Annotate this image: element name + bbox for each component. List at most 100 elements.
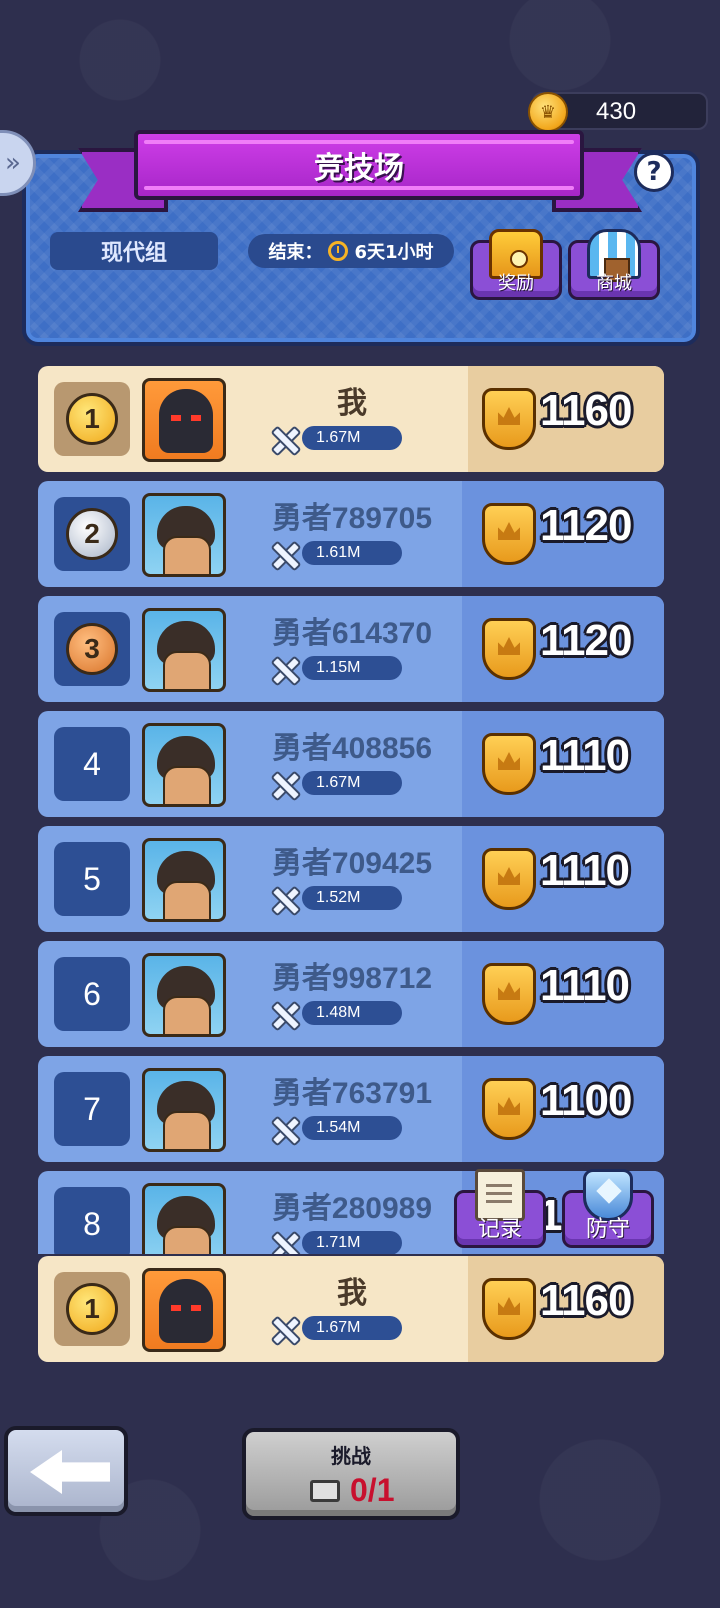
arena-score: 1120 [540,616,632,665]
crown-shield-icon [482,1278,536,1340]
player-name: 勇者614370 [271,617,433,650]
avatar[interactable] [142,493,226,577]
crossed-swords-icon [266,537,300,571]
crown-shield-icon [482,848,536,910]
avatar[interactable] [142,1068,226,1152]
avatar[interactable] [142,723,226,807]
currency-amount: 430 [596,98,637,125]
avatar[interactable] [142,1268,226,1352]
crossed-swords-icon [266,652,300,686]
back-button[interactable] [4,1426,128,1516]
avatar[interactable] [142,838,226,922]
rank-badge: 2 [54,497,130,571]
question-icon: ? [646,157,662,187]
silver-medal-icon: 2 [66,508,118,560]
crossed-swords-icon [266,422,300,456]
page-title: 竞技场 [314,151,404,186]
shop-label: 商城 [596,273,632,294]
timer-icon [328,241,349,261]
arena-score: 1100 [540,1076,632,1125]
challenge-count: 0/1 [350,1472,395,1508]
player-name: 勇者789705 [271,502,433,535]
avatar[interactable] [142,608,226,692]
record-button[interactable]: 记录 [454,1169,546,1248]
crown-coin-icon: ♛ [528,92,568,132]
player-name: 我 [337,1277,367,1310]
arena-score: 1110 [540,731,630,780]
crossed-swords-icon [266,997,300,1031]
rank-number: 5 [54,842,130,916]
crossed-swords-icon [266,1112,300,1146]
ranking-row[interactable]: 5 勇者709425 1.52M 1110 [38,826,664,932]
rank-badge: 1 [54,1272,130,1346]
crossed-swords-icon [266,1227,300,1254]
crossed-swords-icon [266,1312,300,1346]
help-button[interactable]: ? [634,152,674,192]
currency-display: ♛ 430 [528,92,708,132]
crown-shield-icon [482,963,536,1025]
rank-number: 6 [54,957,130,1031]
player-name: 勇者280989 [271,1192,433,1225]
crown-shield-icon [482,618,536,680]
power-value: 1.54M [302,1116,402,1140]
ticket-icon [310,1480,340,1502]
rank-number: 4 [54,727,130,801]
group-label: 现代组 [50,232,218,270]
power-value: 1.71M [302,1231,402,1254]
rank-number: 7 [54,1072,130,1146]
my-ranking-row[interactable]: 1 我 1.67M 1160 [38,1256,664,1362]
player-name: 勇者408856 [271,732,433,765]
arena-score: 1110 [540,961,630,1010]
crown-shield-icon [482,388,536,450]
arena-score: 1110 [540,846,630,895]
avatar[interactable] [142,1183,226,1254]
crown-shield-icon [482,1078,536,1140]
power-value: 1.67M [302,426,402,450]
power-value: 1.61M [302,541,402,565]
gold-medal-icon: 1 [66,1283,118,1335]
ranking-row-me[interactable]: 1 我 1.67M 1160 [38,366,664,472]
avatar[interactable] [142,953,226,1037]
record-label: 记录 [477,1217,522,1242]
reward-button[interactable]: 奖励 [470,229,562,300]
player-name: 勇者998712 [271,962,433,995]
end-label: 结束： [268,242,323,263]
crossed-swords-icon [266,767,300,801]
gold-medal-icon: 1 [66,393,118,445]
player-name: 勇者709425 [271,847,433,880]
end-time-pill: 结束： 6天1小时 [248,234,454,268]
player-name: 我 [337,387,367,420]
arena-score: 1120 [540,501,632,550]
ranking-row[interactable]: 4 勇者408856 1.67M 1110 [38,711,664,817]
title-ribbon: 竞技场 [134,130,584,200]
power-value: 1.67M [302,1316,402,1340]
player-name: 勇者763791 [271,1077,433,1110]
reward-label: 奖励 [498,273,534,294]
ranking-row[interactable]: 6 勇者998712 1.48M 1110 [38,941,664,1047]
rank-badge: 1 [54,382,130,456]
rank-number: 8 [54,1187,130,1254]
crossed-swords-icon [266,882,300,916]
crown-shield-icon [482,733,536,795]
ranking-row[interactable]: 3 勇者614370 1.15M 1120 [38,596,664,702]
arena-score: 1160 [540,1276,632,1325]
arena-score: 1160 [540,386,632,435]
power-value: 1.15M [302,656,402,680]
avatar[interactable] [142,378,226,462]
challenge-label: 挑战 [331,1444,371,1468]
ranking-list[interactable]: 1 我 1.67M 1160 2 勇者789705 1.61M 1120 3 勇… [38,366,664,1254]
double-chevron-right-icon: » [5,148,21,178]
shop-button[interactable]: 商城 [568,229,660,300]
power-value: 1.48M [302,1001,402,1025]
power-value: 1.52M [302,886,402,910]
defense-button[interactable]: 防守 [562,1169,654,1248]
challenge-button[interactable]: 挑战 0/1 [242,1428,460,1520]
rank-badge: 3 [54,612,130,686]
crown-shield-icon [482,503,536,565]
power-value: 1.67M [302,771,402,795]
defense-label: 防守 [585,1217,630,1242]
ranking-row[interactable]: 2 勇者789705 1.61M 1120 [38,481,664,587]
ranking-row[interactable]: 7 勇者763791 1.54M 1100 [38,1056,664,1162]
bronze-medal-icon: 3 [66,623,118,675]
end-time: 6天1小时 [354,242,434,263]
